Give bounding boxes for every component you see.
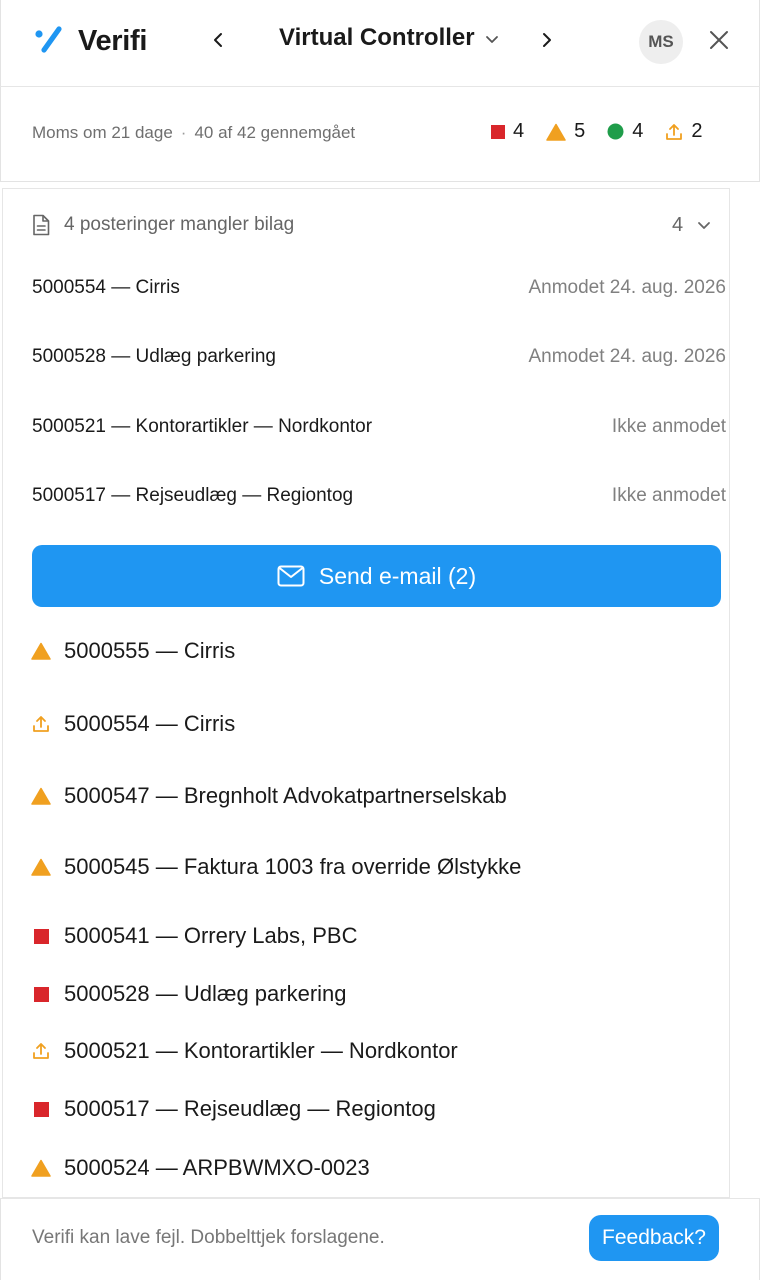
issue-label: 5000547 — Bregnholt Advokatpartnerselska… bbox=[64, 783, 507, 808]
vat-due-text: Moms om 21 dage bbox=[32, 123, 173, 142]
missing-attachments-count: 4 bbox=[672, 214, 684, 236]
logo[interactable]: Verifi bbox=[34, 24, 147, 59]
upload-count-value: 2 bbox=[691, 120, 703, 142]
chevron-down-icon bbox=[697, 221, 711, 231]
ok-count[interactable]: 4 bbox=[607, 120, 643, 143]
posting-state: Anmodet 24. aug. 2026 bbox=[528, 346, 726, 367]
error-square-icon bbox=[491, 124, 505, 139]
next-button[interactable] bbox=[534, 26, 560, 58]
disclaimer-text: Verifi kan lave fejl. Dobbelttjek forsla… bbox=[32, 1227, 385, 1248]
posting-name: 5000528 — Udlæg parkering bbox=[32, 346, 276, 367]
issue-counts: 4 5 4 2 bbox=[491, 120, 703, 143]
ok-count-value: 4 bbox=[632, 120, 644, 142]
feedback-button[interactable]: Feedback? bbox=[589, 1215, 719, 1261]
warning-triangle-icon bbox=[546, 123, 566, 141]
issue-label: 5000555 — Cirris bbox=[64, 638, 236, 663]
issue-item[interactable]: 5000547 — Bregnholt Advokatpartnerselska… bbox=[30, 779, 720, 813]
issue-item[interactable]: 5000541 — Orrery Labs, PBC bbox=[30, 919, 720, 953]
issue-label: 5000521 — Kontorartikler — Nordkontor bbox=[64, 1038, 458, 1063]
chevron-right-icon bbox=[541, 32, 553, 53]
error-count-value: 4 bbox=[513, 120, 525, 142]
issue-label: 5000545 — Faktura 1003 fra override Ølst… bbox=[64, 854, 522, 879]
issue-item[interactable]: 5000555 — Cirris bbox=[30, 634, 720, 668]
send-email-label: Send e-mail (2) bbox=[318, 562, 477, 589]
upload-count[interactable]: 2 bbox=[665, 120, 703, 143]
verifi-logo-icon bbox=[34, 24, 64, 59]
missing-attachments-header: 4 posteringer mangler bilag bbox=[32, 214, 294, 236]
missing-attachments-toggle[interactable]: 4 bbox=[672, 214, 711, 237]
missing-attachments-title: 4 posteringer mangler bilag bbox=[64, 214, 295, 235]
posting-name: 5000554 — Cirris bbox=[32, 277, 180, 298]
issue-label: 5000517 — Rejseudlæg — Regiontog bbox=[64, 1096, 436, 1121]
posting-row[interactable]: 5000517 — Rejseudlæg — Regiontog Ikke an… bbox=[32, 481, 726, 511]
status-bar: Moms om 21 dage · 40 af 42 gennemgået 4 5 … bbox=[0, 87, 760, 182]
posting-row[interactable]: 5000521 — Kontorartikler — Nordkontor Ik… bbox=[32, 412, 726, 442]
upload-icon bbox=[30, 1042, 52, 1060]
upload-icon bbox=[30, 715, 52, 733]
posting-row[interactable]: 5000554 — Cirris Anmodet 24. aug. 2026 bbox=[32, 273, 726, 303]
close-icon bbox=[709, 30, 729, 55]
chevron-down-icon bbox=[485, 35, 499, 45]
warning-count-value: 5 bbox=[574, 120, 586, 142]
warning-count[interactable]: 5 bbox=[546, 120, 585, 143]
error-count[interactable]: 4 bbox=[491, 120, 524, 143]
issue-label: 5000541 — Orrery Labs, PBC bbox=[64, 923, 358, 948]
ok-circle-icon bbox=[607, 123, 624, 140]
reviewed-text: 40 af 42 gennemgået bbox=[194, 123, 356, 142]
mail-icon bbox=[277, 565, 305, 587]
footer: Verifi kan lave fejl. Dobbelttjek forsla… bbox=[0, 1198, 760, 1280]
page-title: Virtual Controller bbox=[279, 24, 475, 51]
error-square-icon bbox=[30, 928, 52, 944]
warning-triangle-icon bbox=[30, 642, 52, 660]
issue-item[interactable]: 5000524 — ARPBWMXO-0023 bbox=[30, 1151, 720, 1185]
warning-triangle-icon bbox=[30, 1159, 52, 1177]
posting-state: Anmodet 24. aug. 2026 bbox=[528, 277, 726, 298]
error-square-icon bbox=[30, 1101, 52, 1117]
previous-button[interactable] bbox=[205, 26, 231, 58]
posting-name: 5000517 — Rejseudlæg — Regiontog bbox=[32, 485, 354, 506]
chevron-left-icon bbox=[212, 32, 224, 53]
status-summary: Moms om 21 dage · 40 af 42 gennemgået bbox=[32, 123, 355, 143]
header: Verifi Virtual Controller MS bbox=[0, 0, 760, 87]
title-dropdown[interactable]: Virtual Controller bbox=[279, 24, 499, 52]
issue-label: 5000554 — Cirris bbox=[64, 711, 236, 736]
warning-triangle-icon bbox=[30, 858, 52, 876]
posting-name: 5000521 — Kontorartikler — Nordkontor bbox=[32, 416, 373, 437]
issue-label: 5000524 — ARPBWMXO-0023 bbox=[64, 1155, 370, 1180]
close-button[interactable] bbox=[705, 28, 733, 56]
warning-triangle-icon bbox=[30, 787, 52, 805]
issue-item[interactable]: 5000554 — Cirris bbox=[30, 707, 720, 741]
upload-icon bbox=[665, 123, 683, 141]
app-name: Verifi bbox=[78, 25, 148, 57]
error-square-icon bbox=[30, 986, 52, 1002]
status-separator: · bbox=[180, 123, 187, 142]
posting-row[interactable]: 5000528 — Udlæg parkering Anmodet 24. au… bbox=[32, 342, 726, 372]
issue-item[interactable]: 5000545 — Faktura 1003 fra override Ølst… bbox=[30, 850, 720, 884]
issue-item[interactable]: 5000528 — Udlæg parkering bbox=[30, 977, 720, 1011]
posting-state: Ikke anmodet bbox=[611, 485, 726, 506]
issue-item[interactable]: 5000517 — Rejseudlæg — Regiontog bbox=[30, 1092, 720, 1126]
posting-state: Ikke anmodet bbox=[611, 416, 726, 437]
send-email-button[interactable]: Send e-mail (2) bbox=[32, 545, 721, 607]
document-icon bbox=[32, 214, 50, 236]
avatar[interactable]: MS bbox=[639, 20, 683, 64]
issue-label: 5000528 — Udlæg parkering bbox=[64, 981, 347, 1006]
issue-item[interactable]: 5000521 — Kontorartikler — Nordkontor bbox=[30, 1034, 720, 1068]
